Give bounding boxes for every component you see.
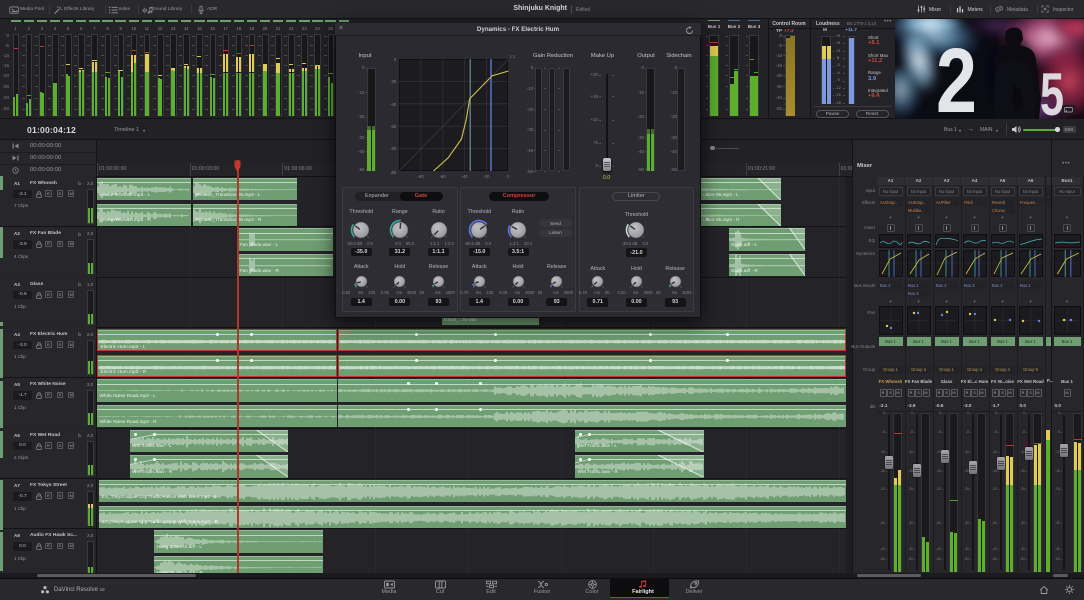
svg-text:2: 2	[936, 29, 977, 119]
svg-text:5: 5	[1040, 62, 1064, 119]
